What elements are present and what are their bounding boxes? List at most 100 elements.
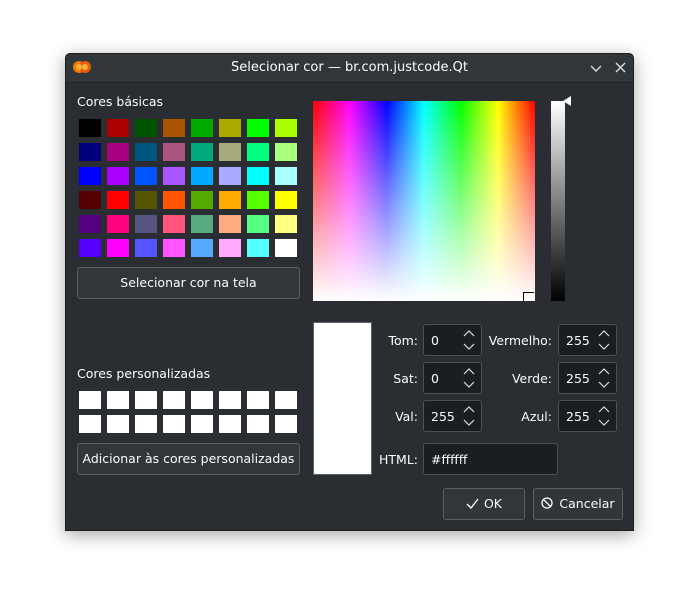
spectrum-crosshair bbox=[523, 292, 534, 301]
custom-color-swatch[interactable] bbox=[275, 391, 297, 409]
basic-color-swatch[interactable] bbox=[79, 215, 101, 233]
basic-color-swatch[interactable] bbox=[219, 215, 241, 233]
red-label: Vermelho: bbox=[488, 333, 552, 348]
basic-color-swatch[interactable] bbox=[219, 143, 241, 161]
basic-color-swatch[interactable] bbox=[247, 143, 269, 161]
hue-spinbox[interactable]: 0 bbox=[423, 324, 482, 356]
custom-color-swatch[interactable] bbox=[247, 415, 269, 433]
hue-label: Tom: bbox=[388, 333, 418, 348]
basic-color-swatch[interactable] bbox=[79, 167, 101, 185]
basic-color-swatch[interactable] bbox=[191, 167, 213, 185]
basic-color-swatch[interactable] bbox=[163, 167, 185, 185]
basic-color-swatch[interactable] bbox=[79, 239, 101, 257]
custom-color-swatch[interactable] bbox=[191, 415, 213, 433]
blue-label: Azul: bbox=[521, 409, 552, 424]
value-slider[interactable] bbox=[551, 101, 565, 301]
basic-color-swatch[interactable] bbox=[247, 215, 269, 233]
ok-button[interactable]: OK bbox=[443, 488, 525, 520]
basic-color-swatch[interactable] bbox=[219, 167, 241, 185]
custom-color-swatch[interactable] bbox=[247, 391, 269, 409]
value-slider-marker-icon[interactable] bbox=[563, 96, 571, 106]
basic-color-swatch[interactable] bbox=[219, 239, 241, 257]
basic-color-swatch[interactable] bbox=[107, 215, 129, 233]
basic-color-swatch[interactable] bbox=[107, 239, 129, 257]
val-label: Val: bbox=[395, 409, 418, 424]
basic-color-swatch[interactable] bbox=[191, 215, 213, 233]
basic-color-swatch[interactable] bbox=[219, 119, 241, 137]
basic-color-swatch[interactable] bbox=[247, 191, 269, 209]
blue-spinbox[interactable]: 255 bbox=[558, 400, 617, 432]
hue-saturation-spectrum[interactable] bbox=[313, 101, 535, 301]
basic-color-swatch[interactable] bbox=[107, 119, 129, 137]
basic-color-swatch[interactable] bbox=[191, 143, 213, 161]
basic-color-swatch[interactable] bbox=[107, 143, 129, 161]
close-icon bbox=[615, 62, 625, 73]
basic-color-swatch[interactable] bbox=[247, 239, 269, 257]
basic-color-swatch[interactable] bbox=[107, 167, 129, 185]
custom-color-swatch[interactable] bbox=[219, 391, 241, 409]
val-spinbox[interactable]: 255 bbox=[423, 400, 482, 432]
basic-color-swatch[interactable] bbox=[275, 143, 297, 161]
basic-color-swatch[interactable] bbox=[191, 191, 213, 209]
basic-color-swatch[interactable] bbox=[219, 191, 241, 209]
cancel-icon bbox=[541, 497, 554, 509]
custom-color-swatch[interactable] bbox=[135, 415, 157, 433]
custom-color-swatch[interactable] bbox=[163, 391, 185, 409]
basic-color-swatch[interactable] bbox=[163, 143, 185, 161]
custom-color-swatch[interactable] bbox=[191, 391, 213, 409]
close-button[interactable] bbox=[611, 59, 629, 77]
blue-value: 255 bbox=[566, 409, 590, 424]
html-input[interactable]: #ffffff bbox=[423, 443, 558, 475]
spin-arrows-icon[interactable] bbox=[463, 404, 475, 428]
basic-color-swatch[interactable] bbox=[135, 143, 157, 161]
basic-color-swatch[interactable] bbox=[275, 215, 297, 233]
basic-color-swatch[interactable] bbox=[135, 119, 157, 137]
basic-color-swatch[interactable] bbox=[247, 167, 269, 185]
pick-screen-color-button[interactable]: Selecionar cor na tela bbox=[77, 267, 300, 299]
basic-color-swatch[interactable] bbox=[135, 215, 157, 233]
sat-value: 0 bbox=[431, 371, 439, 386]
custom-colors-label: Cores personalizadas bbox=[77, 366, 211, 381]
basic-color-swatch[interactable] bbox=[135, 167, 157, 185]
basic-color-swatch[interactable] bbox=[135, 191, 157, 209]
cancel-button[interactable]: Cancelar bbox=[533, 488, 623, 520]
add-custom-color-button[interactable]: Adicionar às cores personalizadas bbox=[77, 443, 300, 475]
title-bar: Selecionar cor — br.com.justcode.Qt bbox=[66, 54, 633, 83]
basic-color-swatch[interactable] bbox=[163, 239, 185, 257]
basic-color-swatch[interactable] bbox=[275, 167, 297, 185]
spin-arrows-icon[interactable] bbox=[598, 404, 610, 428]
minimize-button[interactable] bbox=[587, 59, 605, 77]
custom-color-swatch[interactable] bbox=[275, 415, 297, 433]
basic-color-swatch[interactable] bbox=[107, 191, 129, 209]
custom-color-swatch[interactable] bbox=[79, 391, 101, 409]
custom-color-swatch[interactable] bbox=[163, 415, 185, 433]
basic-color-swatch[interactable] bbox=[191, 239, 213, 257]
chevron-down-icon bbox=[590, 65, 602, 72]
check-icon bbox=[466, 498, 479, 510]
custom-color-swatch[interactable] bbox=[107, 391, 129, 409]
basic-color-swatch[interactable] bbox=[191, 119, 213, 137]
basic-color-swatch[interactable] bbox=[79, 143, 101, 161]
custom-color-swatch[interactable] bbox=[107, 415, 129, 433]
basic-color-swatch[interactable] bbox=[163, 215, 185, 233]
spin-arrows-icon[interactable] bbox=[463, 328, 475, 352]
basic-color-swatch[interactable] bbox=[163, 119, 185, 137]
spin-arrows-icon[interactable] bbox=[598, 328, 610, 352]
basic-color-swatch[interactable] bbox=[247, 119, 269, 137]
basic-color-swatch[interactable] bbox=[163, 191, 185, 209]
basic-color-swatch[interactable] bbox=[275, 239, 297, 257]
custom-color-swatch[interactable] bbox=[79, 415, 101, 433]
spin-arrows-icon[interactable] bbox=[598, 366, 610, 390]
custom-color-swatch[interactable] bbox=[135, 391, 157, 409]
spin-arrows-icon[interactable] bbox=[463, 366, 475, 390]
basic-color-swatch[interactable] bbox=[275, 119, 297, 137]
sat-spinbox[interactable]: 0 bbox=[423, 362, 482, 394]
basic-color-swatch[interactable] bbox=[79, 191, 101, 209]
green-label: Verde: bbox=[511, 371, 552, 386]
basic-color-swatch[interactable] bbox=[79, 119, 101, 137]
basic-color-swatch[interactable] bbox=[135, 239, 157, 257]
basic-color-swatch[interactable] bbox=[275, 191, 297, 209]
custom-color-swatch[interactable] bbox=[219, 415, 241, 433]
green-spinbox[interactable]: 255 bbox=[558, 362, 617, 394]
red-spinbox[interactable]: 255 bbox=[558, 324, 617, 356]
